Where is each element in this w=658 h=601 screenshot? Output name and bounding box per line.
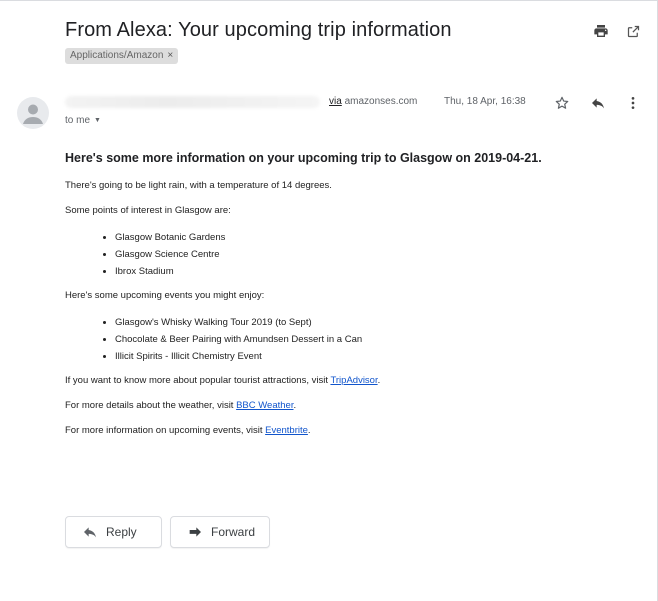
label-chip[interactable]: Applications/Amazon × <box>65 48 179 64</box>
forward-button[interactable]: Forward <box>170 516 270 548</box>
chevron-down-icon: ▼ <box>94 117 101 124</box>
tripadvisor-prefix: If you want to know more about popular t… <box>65 375 331 386</box>
print-icon[interactable] <box>592 22 610 40</box>
bbc-weather-link[interactable]: BBC Weather <box>236 400 293 411</box>
tripadvisor-link[interactable]: TripAdvisor <box>330 375 377 386</box>
reply-button[interactable]: Reply <box>65 516 162 548</box>
star-icon[interactable] <box>553 94 571 112</box>
poi-intro: Some points of interest in Glasgow are: <box>65 205 231 216</box>
weather-suffix: . <box>293 400 297 411</box>
events-suffix: . <box>307 425 311 436</box>
body-heading: Here's some more information on your upc… <box>65 151 542 165</box>
forward-icon <box>189 527 201 537</box>
open-in-new-window-icon[interactable] <box>624 22 642 40</box>
recipient-text: to me <box>65 115 91 126</box>
window-top-border <box>0 0 658 1</box>
reply-button-label: Reply <box>106 525 137 539</box>
tripadvisor-suffix: . <box>377 375 381 386</box>
weather-line: There's going to be light rain, with a t… <box>65 180 332 191</box>
weather-prefix: For more details about the weather, visi… <box>65 400 237 411</box>
list-item: Glasgow Botanic Gardens <box>115 229 635 246</box>
list-item: Illicit Spirits - Illicit Chemistry Even… <box>115 348 635 365</box>
label-chip-text: Applications/Amazon <box>70 50 164 61</box>
list-item: Glasgow Science Centre <box>115 246 635 263</box>
email-subject: From Alexa: Your upcoming trip informati… <box>65 19 452 41</box>
via-domain: via amazonses.com <box>329 96 417 107</box>
poi-list: Glasgow Botanic Gardens Glasgow Science … <box>65 229 635 280</box>
events-list: Glasgow's Whisky Walking Tour 2019 (to S… <box>65 314 635 365</box>
via-link[interactable]: via <box>329 96 342 107</box>
via-domain-text: amazonses.com <box>341 96 418 107</box>
sender-avatar[interactable] <box>17 97 49 129</box>
reply-icon[interactable] <box>589 94 607 112</box>
forward-button-label: Forward <box>210 525 255 539</box>
eventbrite-link[interactable]: Eventbrite <box>265 425 308 436</box>
recipient-details-toggle[interactable]: to me ▼ <box>65 115 101 126</box>
events-link-line: For more information on upcoming events,… <box>65 424 635 438</box>
label-remove-icon[interactable]: × <box>167 48 173 64</box>
sender-name-redacted <box>65 96 320 108</box>
list-item: Chocolate & Beer Pairing with Amundsen D… <box>115 331 635 348</box>
email-body: Here's some more information on your upc… <box>65 151 635 449</box>
weather-link-line: For more details about the weather, visi… <box>65 399 635 413</box>
reply-icon <box>84 527 96 538</box>
more-vert-icon[interactable] <box>624 94 642 112</box>
list-item: Ibrox Stadium <box>115 263 635 280</box>
tripadvisor-line: If you want to know more about popular t… <box>65 374 635 388</box>
list-item: Glasgow's Whisky Walking Tour 2019 (to S… <box>115 314 635 331</box>
events-prefix: For more information on upcoming events,… <box>65 425 266 436</box>
events-intro: Here's some upcoming events you might en… <box>65 290 265 301</box>
email-date: Thu, 18 Apr, 16:38 <box>444 96 526 107</box>
